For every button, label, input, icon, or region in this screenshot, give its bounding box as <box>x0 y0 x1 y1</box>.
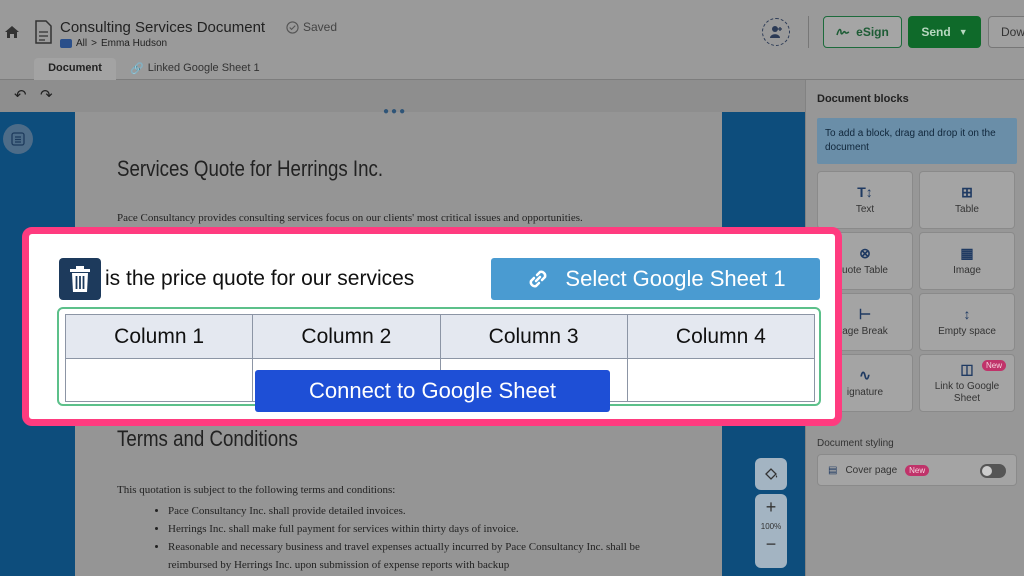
breadcrumb: All > Emma Hudson <box>60 38 167 49</box>
folder-icon <box>60 39 72 48</box>
quote-text[interactable]: is the price quote for our services <box>105 267 414 291</box>
column-header[interactable]: Column 3 <box>439 314 628 359</box>
list-icon <box>11 132 25 146</box>
empty-space-icon: ↕ <box>963 306 971 322</box>
image-icon: ▦ <box>960 245 974 261</box>
block-label: Empty space <box>938 326 996 337</box>
spotlight-card: is the price quote for our services Sele… <box>22 227 842 426</box>
block-text[interactable]: T↕ Text <box>817 171 913 229</box>
cover-page-label: Cover page <box>845 464 898 476</box>
new-badge: New <box>905 464 930 476</box>
list-item[interactable]: Pace Consultancy Inc. shall provide deta… <box>168 502 692 520</box>
block-image[interactable]: ▦ Image <box>919 232 1015 290</box>
esign-label: eSign <box>856 25 889 39</box>
zoom-in-button[interactable]: + <box>755 497 787 518</box>
styling-title: Document styling <box>817 438 894 449</box>
send-label: Send <box>921 25 951 39</box>
tab-linked-sheet-label: Linked Google Sheet 1 <box>147 62 260 74</box>
document-icon <box>35 20 52 44</box>
tab-document[interactable]: Document <box>34 58 116 80</box>
column-header[interactable]: Column 4 <box>626 314 816 359</box>
cover-page-toggle[interactable] <box>980 464 1006 478</box>
home-icon[interactable] <box>4 24 20 40</box>
table-header-row: Column 1 Column 2 Column 3 Column 4 <box>64 314 816 359</box>
send-button[interactable]: Send ▼ <box>908 16 981 48</box>
terms-intro[interactable]: This quotation is subject to the followi… <box>117 484 395 496</box>
table-cell[interactable] <box>626 358 816 402</box>
document-intro[interactable]: Pace Consultancy provides consulting ser… <box>117 212 583 224</box>
toolbar-divider <box>808 16 809 48</box>
redo-icon[interactable]: ↷ <box>40 86 53 104</box>
connect-google-sheet-button[interactable]: Connect to Google Sheet <box>255 370 610 412</box>
tab-linked-sheet[interactable]: 🔗 Linked Google Sheet 1 <box>130 58 260 80</box>
top-bar: Consulting Services Document Saved All >… <box>0 0 1024 58</box>
link-icon: 🔗 <box>130 63 144 75</box>
tab-bar: Document 🔗 Linked Google Sheet 1 <box>0 58 1024 80</box>
esign-button[interactable]: eSign <box>823 16 902 48</box>
document-title[interactable]: Consulting Services Document <box>60 19 265 36</box>
delete-button[interactable] <box>59 258 101 300</box>
table-icon: ⊞ <box>961 184 973 200</box>
download-button[interactable]: Dow <box>988 16 1024 48</box>
new-badge: New <box>981 360 1006 371</box>
breadcrumb-owner[interactable]: Emma Hudson <box>101 38 167 49</box>
chevron-down-icon: ▼ <box>958 27 968 37</box>
add-user-icon <box>770 26 782 38</box>
saved-label: Saved <box>303 20 338 34</box>
add-collaborator-button[interactable] <box>762 18 790 46</box>
cover-page-icon: ▤ <box>828 464 838 476</box>
document-heading[interactable]: Services Quote for Herrings Inc. <box>117 156 383 182</box>
drag-handle-icon[interactable]: ●●● <box>383 106 407 117</box>
panel-hint: To add a block, drag and drop it on the … <box>817 118 1017 164</box>
link-icon <box>530 270 547 288</box>
terms-list: Pace Consultancy Inc. shall provide deta… <box>152 502 692 574</box>
outline-button[interactable] <box>3 124 33 154</box>
panel-title: Document blocks <box>817 93 909 105</box>
select-google-sheet-button[interactable]: Select Google Sheet 1 <box>491 258 820 300</box>
fill-color-button[interactable] <box>755 458 787 490</box>
block-label: Image <box>953 265 981 276</box>
block-label: Table <box>955 204 979 215</box>
trash-icon <box>70 266 90 292</box>
saved-status: Saved <box>286 20 337 34</box>
table-cell[interactable] <box>64 358 254 402</box>
block-table[interactable]: ⊞ Table <box>919 171 1015 229</box>
block-label: Text <box>855 204 875 215</box>
list-item[interactable]: Herrings Inc. shall make full payment fo… <box>168 520 692 538</box>
paint-bucket-icon <box>765 468 778 480</box>
column-header[interactable]: Column 1 <box>64 314 254 359</box>
terms-heading[interactable]: Terms and Conditions <box>117 426 298 452</box>
breadcrumb-separator: > <box>91 38 97 49</box>
text-icon: T↕ <box>857 184 873 200</box>
block-label: ignature <box>846 387 884 398</box>
zoom-level: 100% <box>760 522 782 531</box>
undo-icon[interactable]: ↶ <box>14 86 27 104</box>
block-label: Link to Google Sheet <box>934 381 1000 404</box>
cover-page-row[interactable]: ▤ Cover page New <box>817 454 1017 486</box>
block-empty-space[interactable]: ↕ Empty space <box>919 293 1015 351</box>
block-label: uote Table <box>842 265 888 276</box>
check-circle-icon <box>286 20 299 34</box>
select-google-sheet-label: Select Google Sheet 1 <box>565 266 786 291</box>
zoom-control: + 100% − <box>755 494 787 568</box>
signature-icon <box>836 28 850 36</box>
block-label: age Break <box>842 326 888 337</box>
list-item[interactable]: Reasonable and necessary business and tr… <box>168 538 692 574</box>
block-link-google-sheet[interactable]: New ◫ Link to Google Sheet <box>919 354 1015 412</box>
breadcrumb-root[interactable]: All <box>76 38 87 49</box>
column-header[interactable]: Column 2 <box>252 314 441 359</box>
zoom-out-button[interactable]: − <box>755 534 787 555</box>
